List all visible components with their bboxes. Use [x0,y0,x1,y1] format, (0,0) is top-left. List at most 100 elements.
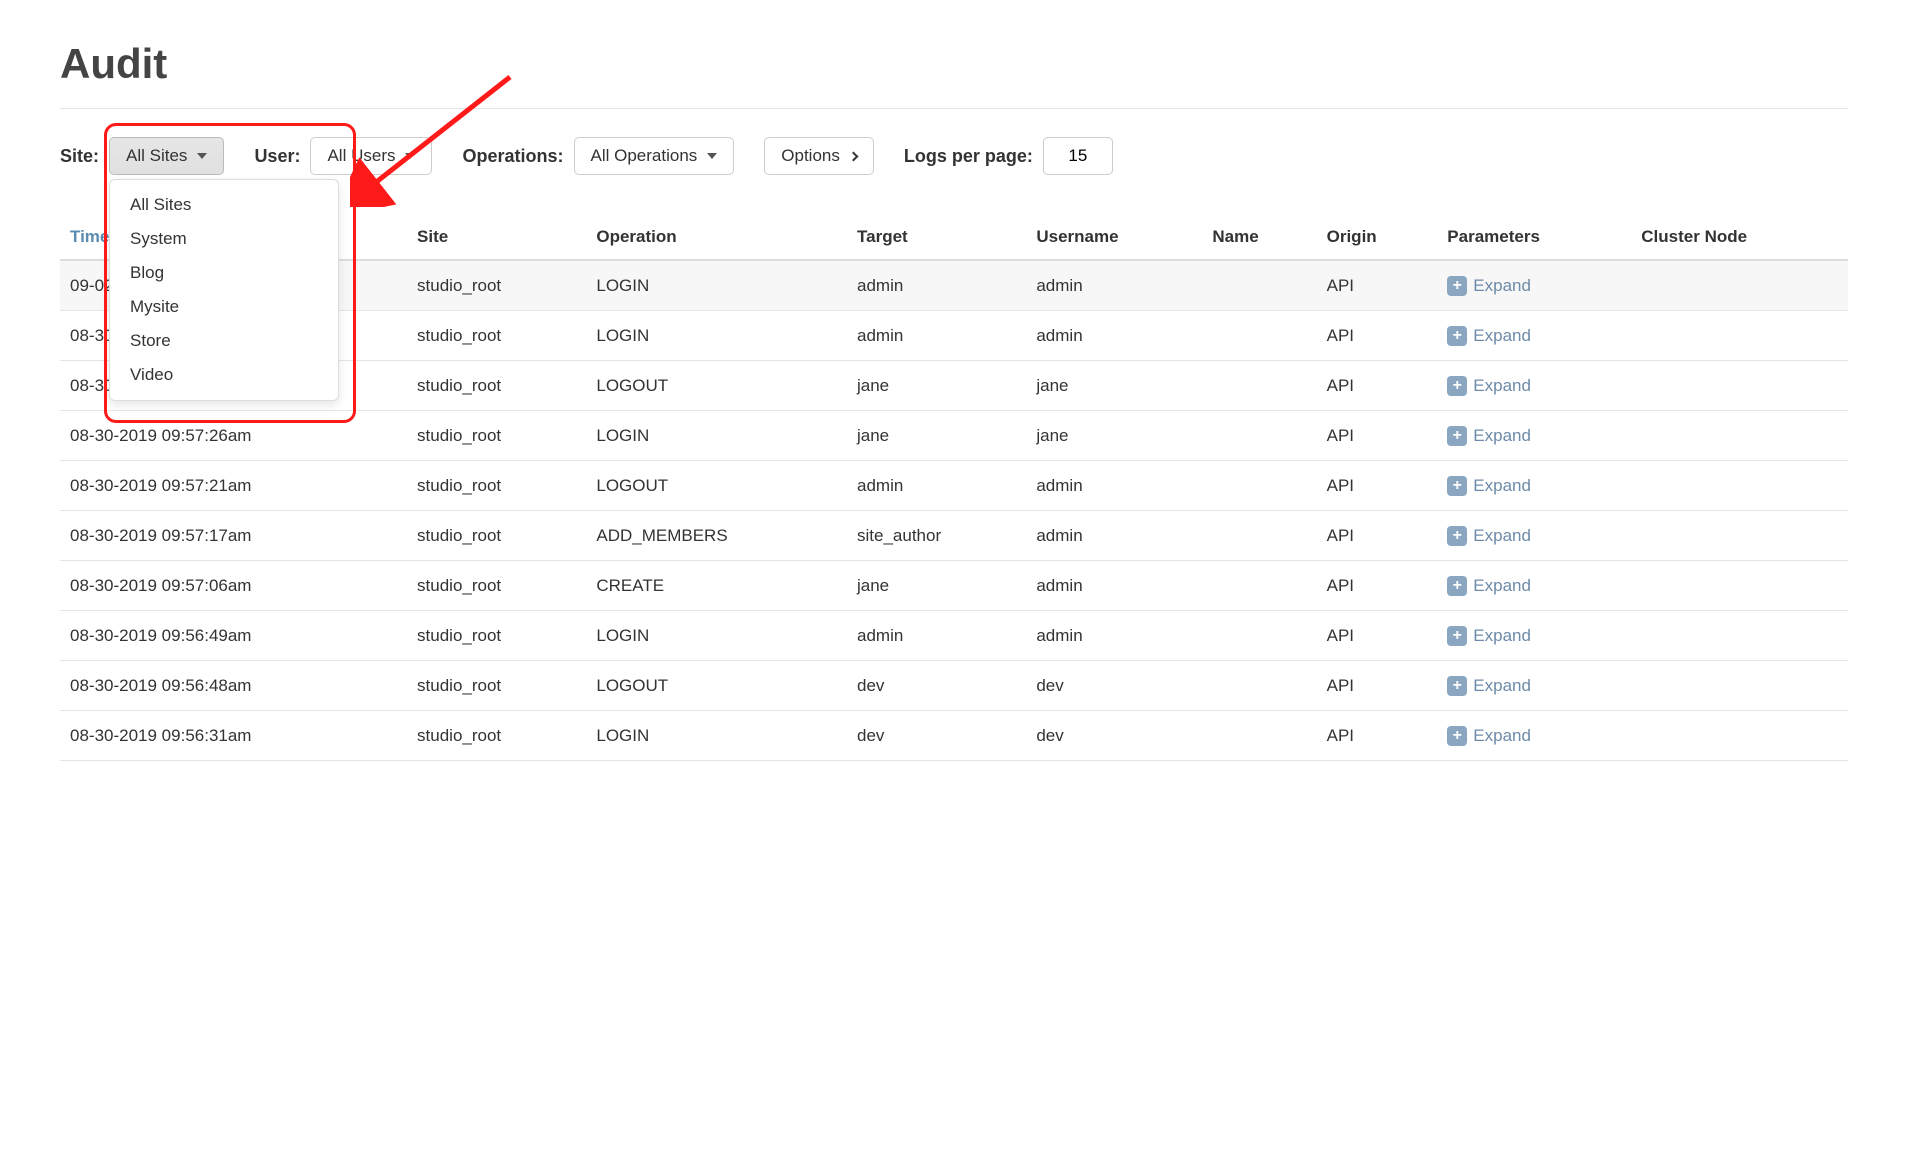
table-cell [1202,511,1316,561]
site-dropdown-item[interactable]: Mysite [110,290,338,324]
col-parameters[interactable]: Parameters [1437,215,1631,260]
plus-icon: + [1447,676,1467,696]
expand-button[interactable]: +Expand [1447,576,1531,596]
site-dropdown-item[interactable]: Store [110,324,338,358]
col-name[interactable]: Name [1202,215,1316,260]
page-title: Audit [60,40,1848,88]
table-cell-cluster-node [1631,411,1848,461]
table-cell: admin [847,260,1026,311]
table-row: 08-30-2019 09:56:31amstudio_rootLOGINdev… [60,711,1848,761]
table-cell-cluster-node [1631,511,1848,561]
plus-icon: + [1447,426,1467,446]
table-cell [1202,611,1316,661]
expand-button[interactable]: + Expand [1447,526,1531,546]
table-cell-parameters: +Expand [1437,561,1631,611]
col-origin[interactable]: Origin [1317,215,1438,260]
chevron-right-icon [848,151,858,161]
expand-button[interactable]: +Expand [1447,676,1531,696]
plus-icon: + [1447,526,1467,546]
site-dropdown-item[interactable]: Video [110,358,338,392]
table-cell: admin [1026,260,1202,311]
table-cell: 08-30-2019 09:56:31am [60,711,407,761]
table-cell: admin [1026,311,1202,361]
expand-button[interactable]: +Expand [1447,476,1531,496]
table-cell: admin [1026,461,1202,511]
expand-button[interactable]: + Expand [1447,276,1531,296]
expand-label: Expand [1473,526,1531,546]
table-cell: LOGOUT [586,461,847,511]
table-cell: studio_root [407,461,586,511]
site-dropdown-button[interactable]: All Sites [109,137,224,175]
expand-label: Expand [1473,726,1531,746]
table-cell [1202,361,1316,411]
table-row: 08-30-2019 09:57:17amstudio_rootADD_MEMB… [60,511,1848,561]
table-cell: jane [847,561,1026,611]
expand-label: Expand [1473,276,1531,296]
col-operation[interactable]: Operation [586,215,847,260]
table-cell-parameters: + Expand [1437,511,1631,561]
table-cell-cluster-node [1631,260,1848,311]
table-cell-cluster-node [1631,461,1848,511]
user-dropdown-selected: All Users [327,146,395,166]
options-button-label: Options [781,146,840,166]
plus-icon: + [1447,276,1467,296]
site-dropdown-item[interactable]: System [110,222,338,256]
table-cell-parameters: +Expand [1437,611,1631,661]
table-cell: 08-30-2019 09:57:21am [60,461,407,511]
table-cell: admin [1026,511,1202,561]
col-site[interactable]: Site [407,215,586,260]
table-cell [1202,661,1316,711]
expand-label: Expand [1473,576,1531,596]
plus-icon: + [1447,326,1467,346]
table-cell: LOGOUT [586,661,847,711]
expand-button[interactable]: +Expand [1447,726,1531,746]
table-cell-parameters: +Expand [1437,311,1631,361]
site-dropdown-item[interactable]: Blog [110,256,338,290]
table-cell: 08-30-2019 09:56:49am [60,611,407,661]
table-cell: API [1317,260,1438,311]
table-cell: dev [1026,661,1202,711]
table-row: 08-30-2019 09:57:06amstudio_rootCREATEja… [60,561,1848,611]
table-cell: LOGIN [586,611,847,661]
table-cell: CREATE [586,561,847,611]
expand-button[interactable]: +Expand [1447,626,1531,646]
table-cell: studio_root [407,411,586,461]
table-cell: studio_root [407,561,586,611]
expand-button[interactable]: +Expand [1447,426,1531,446]
table-cell: jane [1026,361,1202,411]
table-cell-cluster-node [1631,311,1848,361]
table-cell: API [1317,711,1438,761]
col-target[interactable]: Target [847,215,1026,260]
site-filter-label: Site: [60,146,99,167]
table-cell: LOGIN [586,411,847,461]
site-dropdown-menu: All SitesSystemBlogMysiteStoreVideo [109,179,339,401]
logs-per-page-input[interactable] [1043,137,1113,175]
table-cell: LOGIN [586,711,847,761]
table-cell: 08-30-2019 09:56:48am [60,661,407,711]
table-cell: studio_root [407,260,586,311]
table-cell-parameters: + Expand [1437,260,1631,311]
col-cluster-node[interactable]: Cluster Node [1631,215,1848,260]
table-cell-parameters: +Expand [1437,461,1631,511]
table-row: 08-30-2019 09:56:48amstudio_rootLOGOUTde… [60,661,1848,711]
table-row: 08-30-2019 09:56:49amstudio_rootLOGINadm… [60,611,1848,661]
table-cell: 08-30-2019 09:57:26am [60,411,407,461]
options-button[interactable]: Options [764,137,874,175]
table-cell: 08-30-2019 09:57:06am [60,561,407,611]
table-cell [1202,561,1316,611]
table-cell [1202,461,1316,511]
table-cell: API [1317,361,1438,411]
table-cell: jane [847,411,1026,461]
site-dropdown-selected: All Sites [126,146,187,166]
logs-per-page-label: Logs per page: [904,146,1033,167]
caret-down-icon [405,153,415,159]
expand-button[interactable]: +Expand [1447,326,1531,346]
table-cell-cluster-node [1631,361,1848,411]
table-cell-parameters: +Expand [1437,411,1631,461]
table-cell: studio_root [407,611,586,661]
expand-button[interactable]: +Expand [1447,376,1531,396]
operations-dropdown-button[interactable]: All Operations [574,137,735,175]
col-username[interactable]: Username [1026,215,1202,260]
site-dropdown-item[interactable]: All Sites [110,188,338,222]
user-dropdown-button[interactable]: All Users [310,137,432,175]
